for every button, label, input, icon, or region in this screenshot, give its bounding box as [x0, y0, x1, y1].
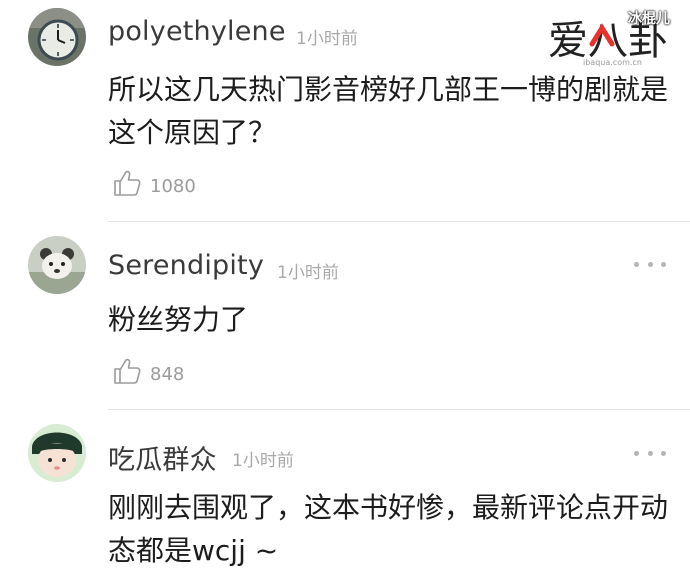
- comment-username[interactable]: 吃瓜群众: [108, 438, 217, 477]
- more-dot-icon: [661, 261, 666, 267]
- avatar[interactable]: [28, 236, 86, 294]
- brand-url: ibaqua.com.cn: [583, 58, 642, 67]
- comment-divider: [108, 221, 690, 222]
- cartoon-face-icon: [28, 424, 86, 482]
- more-dot-icon: [661, 450, 666, 456]
- more-dot-icon: [634, 450, 639, 456]
- thumbs-up-icon: [114, 170, 141, 196]
- like-button[interactable]: 848: [112, 356, 184, 386]
- clock-icon: [28, 8, 86, 66]
- comment-text: 刚刚去围观了，这本书好惨，最新评论点开动态都是wcjj ~: [108, 491, 669, 567]
- comment-username[interactable]: polyethylene: [108, 16, 286, 47]
- comment-username[interactable]: Serendipity: [108, 250, 264, 281]
- comment-text: 粉丝努力了: [108, 303, 249, 336]
- comment-divider: [108, 409, 690, 410]
- more-options-button[interactable]: [634, 259, 666, 269]
- more-dot-icon: [634, 261, 639, 267]
- more-options-button[interactable]: [634, 448, 666, 458]
- comment-time: 1小时前: [232, 451, 294, 471]
- bear-icon: [28, 236, 86, 294]
- comment-text: 所以这几天热门影音榜好几部王一博的剧就是这个原因了？: [108, 73, 669, 149]
- watermark-text: 冰棍儿: [628, 11, 670, 27]
- comment-time: 1小时前: [277, 263, 339, 283]
- like-count: 1080: [150, 175, 196, 197]
- avatar[interactable]: [28, 8, 86, 66]
- comment-time: 1小时前: [296, 29, 358, 49]
- more-dot-icon: [647, 261, 653, 267]
- avatar[interactable]: [28, 424, 86, 482]
- more-dot-icon: [647, 450, 653, 456]
- like-button[interactable]: 1080: [112, 168, 196, 198]
- like-count: 848: [150, 363, 185, 385]
- thumbs-up-icon: [114, 358, 141, 384]
